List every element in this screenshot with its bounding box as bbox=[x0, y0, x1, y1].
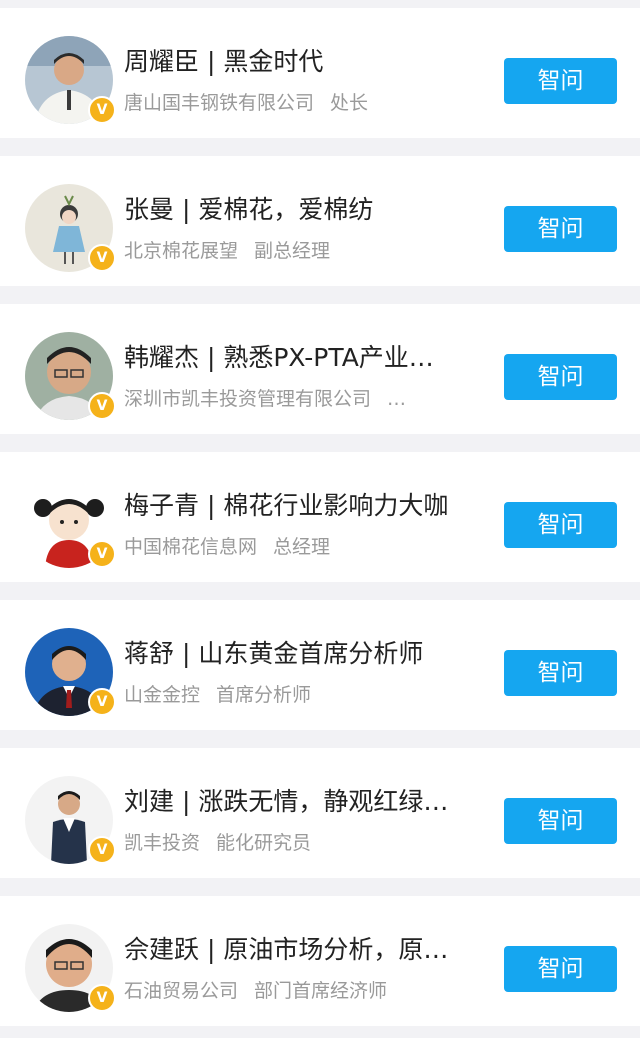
expert-title: 刘建 | 涨跌无情，静观红绿… bbox=[124, 787, 449, 816]
ask-button[interactable]: 智问 bbox=[504, 354, 617, 400]
expert-title: 张曼 | 爱棉花，爱棉纺 bbox=[124, 195, 374, 224]
expert-card[interactable]: V 张曼 | 爱棉花，爱棉纺 北京棉花展望 副总经理 智问 bbox=[0, 156, 640, 286]
expert-card[interactable]: V 韩耀杰 | 熟悉PX-PTA产业… 深圳市凯丰投资管理有限公司 … 智问 bbox=[0, 304, 640, 434]
ask-button[interactable]: 智问 bbox=[504, 502, 617, 548]
expert-subtitle: 唐山国丰钢铁有限公司 处长 bbox=[124, 90, 464, 116]
expert-card[interactable]: V 周耀臣 | 黑金时代 唐山国丰钢铁有限公司 处长 智问 bbox=[0, 8, 640, 138]
verified-badge-icon: V bbox=[88, 96, 116, 124]
verified-badge-icon: V bbox=[88, 540, 116, 568]
verified-badge-icon: V bbox=[88, 392, 116, 420]
expert-title: 佘建跃 | 原油市场分析，原… bbox=[124, 935, 449, 964]
expert-title: 周耀臣 | 黑金时代 bbox=[124, 47, 324, 76]
verified-badge-icon: V bbox=[88, 836, 116, 864]
expert-subtitle: 中国棉花信息网 总经理 bbox=[124, 534, 464, 560]
ask-button[interactable]: 智问 bbox=[504, 58, 617, 104]
ask-button[interactable]: 智问 bbox=[504, 798, 617, 844]
expert-card[interactable]: V 刘建 | 涨跌无情，静观红绿… 凯丰投资 能化研究员 智问 bbox=[0, 748, 640, 878]
expert-position: … bbox=[387, 388, 407, 410]
ask-button[interactable]: 智问 bbox=[504, 650, 617, 696]
expert-title: 韩耀杰 | 熟悉PX-PTA产业… bbox=[124, 343, 434, 372]
expert-company: 中国棉花信息网 bbox=[124, 536, 258, 558]
verified-badge-icon: V bbox=[88, 688, 116, 716]
verified-badge-icon: V bbox=[88, 984, 116, 1012]
expert-company: 石油贸易公司 bbox=[124, 980, 239, 1002]
expert-subtitle: 山金金控 首席分析师 bbox=[124, 682, 464, 708]
expert-position: 部门首席经济师 bbox=[254, 980, 388, 1002]
expert-subtitle: 深圳市凯丰投资管理有限公司 … bbox=[124, 386, 464, 412]
expert-title: 蒋舒 | 山东黄金首席分析师 bbox=[124, 639, 424, 668]
expert-position: 首席分析师 bbox=[216, 684, 312, 706]
expert-title: 梅子青 | 棉花行业影响力大咖 bbox=[124, 491, 449, 520]
ask-button[interactable]: 智问 bbox=[504, 946, 617, 992]
expert-subtitle: 石油贸易公司 部门首席经济师 bbox=[124, 978, 464, 1004]
ask-button[interactable]: 智问 bbox=[504, 206, 617, 252]
expert-card[interactable]: V 佘建跃 | 原油市场分析，原… 石油贸易公司 部门首席经济师 智问 bbox=[0, 896, 640, 1026]
expert-subtitle: 凯丰投资 能化研究员 bbox=[124, 830, 464, 856]
expert-company: 山金金控 bbox=[124, 684, 201, 706]
expert-position: 能化研究员 bbox=[216, 832, 312, 854]
expert-company: 凯丰投资 bbox=[124, 832, 201, 854]
expert-position: 处长 bbox=[330, 92, 369, 114]
expert-company: 北京棉花展望 bbox=[124, 240, 239, 262]
expert-position: 总经理 bbox=[273, 536, 331, 558]
expert-subtitle: 北京棉花展望 副总经理 bbox=[124, 238, 464, 264]
expert-company: 唐山国丰钢铁有限公司 bbox=[124, 92, 315, 114]
expert-company: 深圳市凯丰投资管理有限公司 bbox=[124, 388, 372, 410]
expert-card[interactable]: V 梅子青 | 棉花行业影响力大咖 中国棉花信息网 总经理 智问 bbox=[0, 452, 640, 582]
expert-list: V 周耀臣 | 黑金时代 唐山国丰钢铁有限公司 处长 智问 V 张曼 | 爱棉花，… bbox=[0, 0, 640, 1038]
expert-card[interactable]: V 蒋舒 | 山东黄金首席分析师 山金金控 首席分析师 智问 bbox=[0, 600, 640, 730]
expert-position: 副总经理 bbox=[254, 240, 331, 262]
verified-badge-icon: V bbox=[88, 244, 116, 272]
